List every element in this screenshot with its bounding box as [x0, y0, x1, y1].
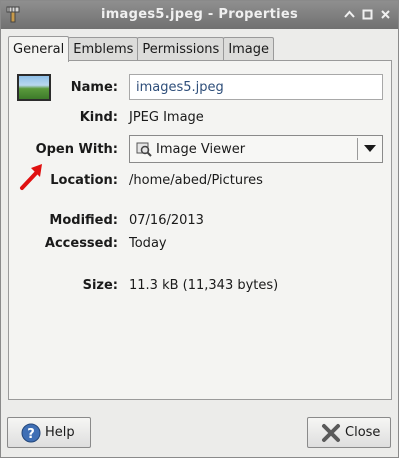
tab-general[interactable]: General [8, 36, 70, 62]
title-bar[interactable]: images5.jpeg - Properties [1, 1, 398, 29]
chevron-down-icon[interactable] [358, 145, 382, 153]
window-up-icon[interactable] [343, 8, 356, 21]
tab-emblems[interactable]: Emblems [68, 37, 139, 61]
accessed-value: Today [129, 236, 167, 251]
window-maximize-icon[interactable] [361, 8, 374, 21]
kind-value: JPEG Image [129, 110, 204, 125]
open-with-value: Image Viewer [156, 141, 246, 157]
accessed-label: Accessed: [44, 236, 118, 251]
size-value: 11.3 kB (11,343 bytes) [129, 278, 279, 293]
close-x-icon [321, 423, 341, 443]
help-button-label: Help [45, 425, 75, 440]
open-with-label: Open With: [35, 142, 118, 157]
modified-value: 07/16/2013 [129, 213, 204, 228]
help-button[interactable]: ? Help [7, 417, 91, 448]
window-close-icon[interactable] [379, 8, 392, 21]
help-icon: ? [21, 423, 41, 443]
svg-text:?: ? [27, 427, 35, 442]
location-value: /home/abed/Pictures [129, 173, 263, 188]
open-with-combo[interactable]: Image Viewer [129, 135, 383, 163]
window-title: images5.jpeg - Properties [100, 7, 299, 22]
tab-permissions[interactable]: Permissions [137, 37, 225, 61]
tab-bar: General Emblems Permissions Image [8, 36, 275, 62]
location-label: Location: [50, 173, 118, 188]
tab-image[interactable]: Image [223, 37, 275, 61]
close-button-label: Close [345, 425, 381, 440]
kind-label: Kind: [79, 110, 118, 125]
size-label: Size: [82, 278, 118, 293]
close-button[interactable]: Close [307, 417, 391, 448]
name-label: Name: [70, 80, 118, 95]
image-viewer-icon [136, 141, 152, 157]
properties-dialog: images5.jpeg - Properties General Emblem… [0, 0, 399, 458]
modified-label: Modified: [49, 213, 118, 228]
name-field[interactable] [129, 74, 383, 100]
